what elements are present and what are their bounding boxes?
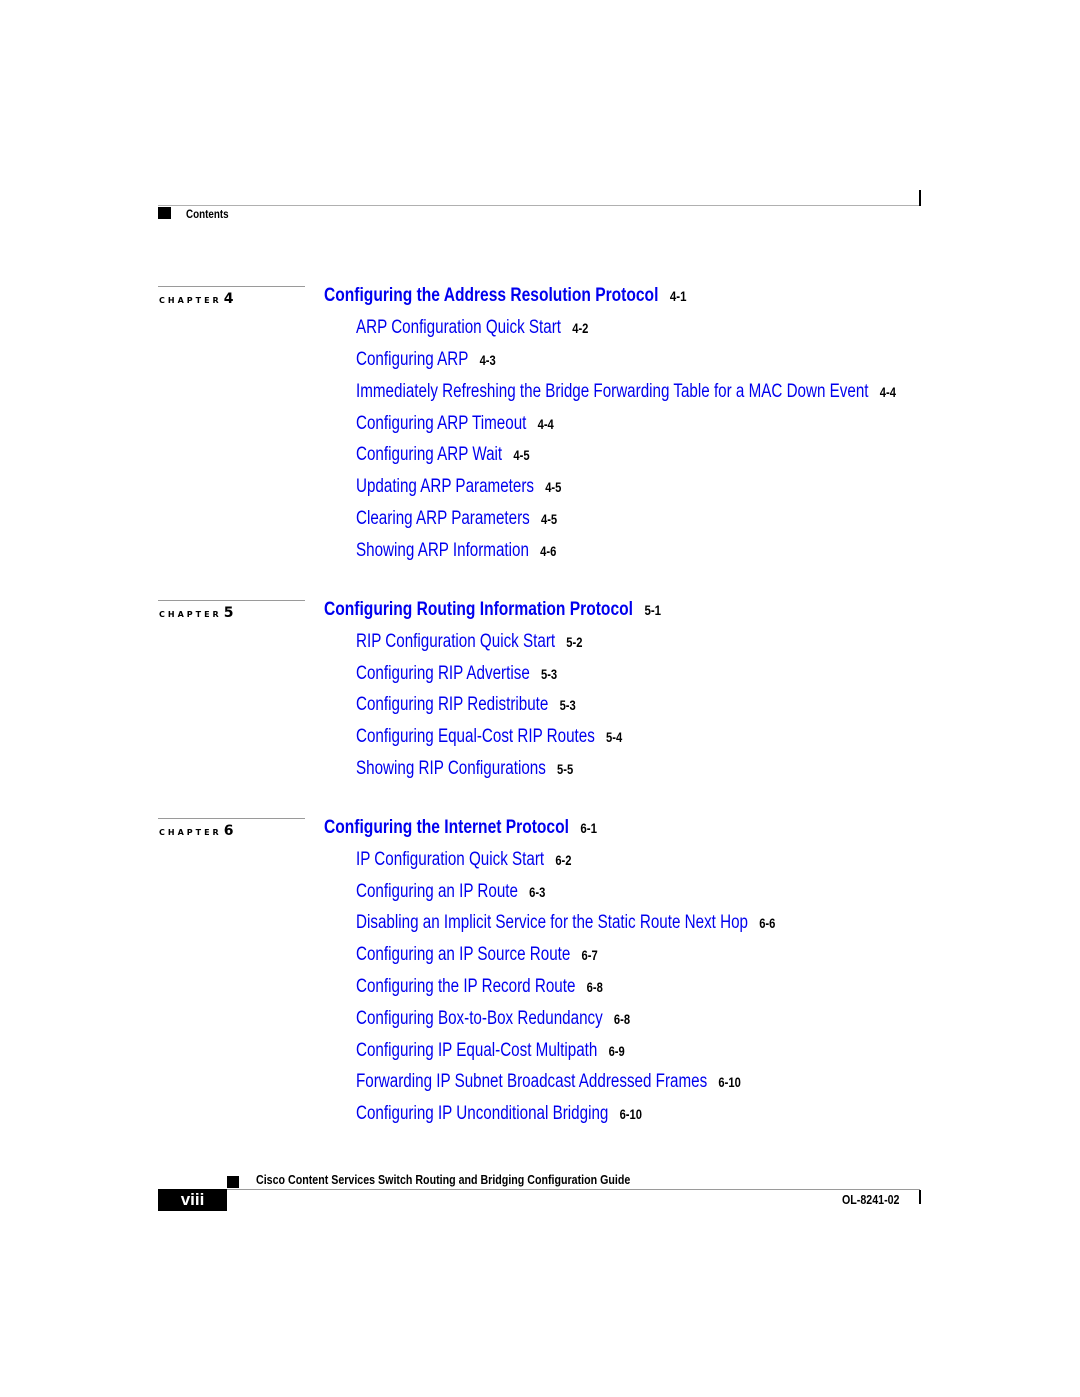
page-ref: 5-2 <box>566 634 583 650</box>
page-ref: 6-9 <box>608 1043 625 1059</box>
toc-entry[interactable]: Showing ARP Information 4-6 <box>356 540 556 562</box>
page-ref: 4-5 <box>513 447 530 463</box>
footer-guide-title: Cisco Content Services Switch Routing an… <box>256 1172 631 1187</box>
chapter-number: 5 <box>223 605 234 621</box>
chapter-tag: CHAPTER 4 <box>159 291 233 307</box>
toc-entry[interactable]: Configuring RIP Advertise 5-3 <box>356 663 557 685</box>
page-ref: 4-4 <box>879 384 896 400</box>
page-ref: 5-5 <box>557 761 574 777</box>
chapter-tag-label: CHAPTER <box>159 828 222 837</box>
entry-label[interactable]: Showing ARP Information <box>356 540 529 561</box>
page-ref: 6-2 <box>555 852 572 868</box>
header-section-label: Contents <box>186 207 229 221</box>
header-square-icon <box>158 207 171 219</box>
page-ref: 6-8 <box>586 979 603 995</box>
toc-entry[interactable]: Configuring Box-to-Box Redundancy 6-8 <box>356 1008 630 1030</box>
page-ref: 6-1 <box>580 820 598 836</box>
chapter-title-text[interactable]: Configuring the Internet Protocol <box>324 817 569 838</box>
toc-chapter-title[interactable]: Configuring the Internet Protocol 6-1 <box>324 817 597 839</box>
toc-entry[interactable]: Disabling an Implicit Service for the St… <box>356 912 775 934</box>
page-ref: 4-3 <box>479 352 496 368</box>
page-ref: 6-3 <box>529 884 546 900</box>
toc-entry[interactable]: Configuring an IP Route 6-3 <box>356 881 545 903</box>
chapter-rule <box>158 600 305 601</box>
footer-square-icon <box>227 1176 239 1188</box>
toc-entry[interactable]: Configuring ARP Wait 4-5 <box>356 444 530 466</box>
page-ref: 6-8 <box>613 1011 631 1027</box>
entry-label[interactable]: Disabling an Implicit Service for the St… <box>356 912 748 933</box>
entry-label[interactable]: ARP Configuration Quick Start <box>356 317 561 338</box>
chapter-title-text[interactable]: Configuring Routing Information Protocol <box>324 599 633 620</box>
entry-label[interactable]: Configuring IP Equal-Cost Multipath <box>356 1040 597 1061</box>
page-ref: 4-5 <box>540 511 558 527</box>
chapter-tag-label: CHAPTER <box>159 296 222 305</box>
entry-label[interactable]: Showing RIP Configurations <box>356 758 546 779</box>
chapter-rule <box>158 286 305 287</box>
header-rule <box>158 205 920 206</box>
toc-entry[interactable]: Configuring ARP 4-3 <box>356 349 496 371</box>
chapter-number: 4 <box>223 291 234 307</box>
entry-label[interactable]: Configuring RIP Redistribute <box>356 694 548 715</box>
toc-chapter-title[interactable]: Configuring the Address Resolution Proto… <box>324 285 686 307</box>
toc-entry[interactable]: Immediately Refreshing the Bridge Forwar… <box>356 381 896 403</box>
toc-entry[interactable]: ARP Configuration Quick Start 4-2 <box>356 317 588 339</box>
page-ref: 5-3 <box>540 666 558 682</box>
toc-entry[interactable]: Configuring IP Equal-Cost Multipath 6-9 <box>356 1040 625 1062</box>
page-ref: 4-2 <box>572 320 589 336</box>
page-ref: 6-10 <box>619 1106 642 1122</box>
page-ref: 6-6 <box>759 915 776 931</box>
toc-chapter-title[interactable]: Configuring Routing Information Protocol… <box>324 599 661 621</box>
toc-entry[interactable]: Configuring ARP Timeout 4-4 <box>356 413 554 435</box>
entry-label[interactable]: Configuring an IP Route <box>356 881 518 902</box>
entry-label[interactable]: Configuring Equal-Cost RIP Routes <box>356 726 595 747</box>
footer-tick-mark <box>919 1190 921 1204</box>
entry-label[interactable]: Forwarding IP Subnet Broadcast Addressed… <box>356 1071 707 1092</box>
toc-entry[interactable]: Configuring the IP Record Route 6-8 <box>356 976 603 998</box>
page-ref: 4-6 <box>540 543 557 559</box>
page-ref: 4-1 <box>669 288 687 304</box>
entry-label[interactable]: Configuring an IP Source Route <box>356 944 570 965</box>
toc-entry[interactable]: Clearing ARP Parameters 4-5 <box>356 508 557 530</box>
entry-label[interactable]: Configuring ARP Wait <box>356 444 502 465</box>
toc-entry[interactable]: Configuring an IP Source Route 6-7 <box>356 944 598 966</box>
page-ref: 6-7 <box>581 947 598 963</box>
entry-label[interactable]: Configuring ARP <box>356 349 468 370</box>
page-ref: 4-5 <box>545 479 562 495</box>
footer-page-number: viii <box>158 1189 227 1211</box>
toc-entry[interactable]: Forwarding IP Subnet Broadcast Addressed… <box>356 1071 741 1093</box>
chapter-tag: CHAPTER 6 <box>159 823 233 839</box>
header-tick-mark <box>919 190 921 206</box>
toc-entry[interactable]: Showing RIP Configurations 5-5 <box>356 758 573 780</box>
entry-label[interactable]: Configuring Box-to-Box Redundancy <box>356 1008 603 1029</box>
chapter-rule <box>158 818 305 819</box>
toc-entry[interactable]: RIP Configuration Quick Start 5-2 <box>356 631 582 653</box>
chapter-title-text[interactable]: Configuring the Address Resolution Proto… <box>324 285 658 306</box>
toc-entry[interactable]: Updating ARP Parameters 4-5 <box>356 476 561 498</box>
footer-doc-number: OL-8241-02 <box>842 1192 900 1207</box>
chapter-number: 6 <box>223 823 234 839</box>
entry-label[interactable]: Configuring IP Unconditional Bridging <box>356 1103 608 1124</box>
entry-label[interactable]: IP Configuration Quick Start <box>356 849 544 870</box>
toc-entry[interactable]: Configuring IP Unconditional Bridging 6-1… <box>356 1103 642 1125</box>
page-ref: 4-4 <box>537 416 554 432</box>
toc-entry[interactable]: Configuring Equal-Cost RIP Routes 5-4 <box>356 726 622 748</box>
page-ref: 5-1 <box>644 602 662 618</box>
entry-label[interactable]: Configuring RIP Advertise <box>356 663 530 684</box>
footer-rule <box>227 1189 920 1190</box>
toc-entry[interactable]: IP Configuration Quick Start 6-2 <box>356 849 572 871</box>
entry-label[interactable]: Clearing ARP Parameters <box>356 508 530 529</box>
entry-label[interactable]: Configuring the IP Record Route <box>356 976 575 997</box>
entry-label[interactable]: RIP Configuration Quick Start <box>356 631 555 652</box>
entry-label[interactable]: Updating ARP Parameters <box>356 476 534 497</box>
page-ref: 5-4 <box>606 729 623 745</box>
chapter-tag-label: CHAPTER <box>159 610 222 619</box>
entry-label[interactable]: Configuring ARP Timeout <box>356 413 526 434</box>
toc-entry[interactable]: Configuring RIP Redistribute 5-3 <box>356 694 576 716</box>
page-ref: 6-10 <box>718 1074 741 1090</box>
chapter-tag: CHAPTER 5 <box>159 605 233 621</box>
entry-label[interactable]: Immediately Refreshing the Bridge Forwar… <box>356 381 869 402</box>
page-ref: 5-3 <box>559 697 576 713</box>
